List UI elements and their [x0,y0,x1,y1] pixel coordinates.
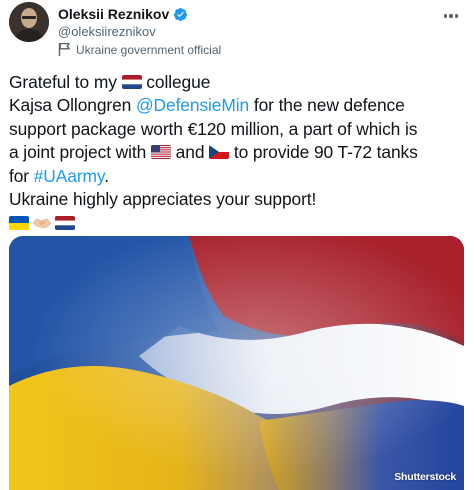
affiliation-label: Ukraine government official [58,42,221,57]
tweet-line-6: Ukraine highly appreciates your support! [9,189,317,210]
tweet-line-1: Grateful to my collegue [9,71,469,94]
tweet-line-2: Kajsa Ollongren @DefensieMin for the new… [9,94,469,117]
tweet-text-segment: to provide 90 T-72 tanks [229,142,418,163]
mention-link[interactable]: @DefensieMin [136,95,249,115]
tweet-text-segment: Grateful to my [9,72,122,92]
netherlands-flag-icon [55,216,75,231]
affiliation-text: Ukraine government official [76,42,222,57]
tweet-line-3: support package worth €120 million, a pa… [9,118,418,139]
author-name[interactable]: Oleksii Reznikov [58,6,169,22]
czech-flag-icon [209,145,230,160]
tweet-text-segment: a joint project with [9,142,151,163]
tweet-image[interactable]: Shutterstock [9,236,464,490]
usa-flag-icon [150,145,171,160]
government-flag-icon [58,42,70,56]
more-options-icon[interactable] [440,8,462,24]
author-handle[interactable]: @oleksiireznikov [58,24,156,39]
handshake-icon [32,213,52,229]
tweet-text-segment: for the new defence [249,95,405,116]
image-watermark: Shutterstock [394,471,456,483]
tweet-emoji-line [9,212,469,235]
avatar[interactable] [9,2,49,42]
tweet-text-segment: . [104,165,109,186]
tweet-text: Grateful to my collegue Kajsa Ollongren … [9,71,469,236]
tweet-text-segment: and [170,142,210,163]
ukraine-flag-icon [9,216,29,231]
tweet-line-5: for #UAarmy. [9,165,469,188]
tweet-text-segment: for [9,165,34,186]
tweet-text-segment: Kajsa Ollongren [9,95,136,116]
flags-photo [9,236,464,490]
hashtag-link[interactable]: #UAarmy [34,166,105,186]
tweet-text-segment: collegue [141,72,211,92]
netherlands-flag-icon [121,75,142,89]
tweet-line-4: a joint project with and to provide 90 T… [9,141,469,164]
verified-badge-icon [174,7,188,21]
author-name-row: Oleksii Reznikov [58,6,188,22]
